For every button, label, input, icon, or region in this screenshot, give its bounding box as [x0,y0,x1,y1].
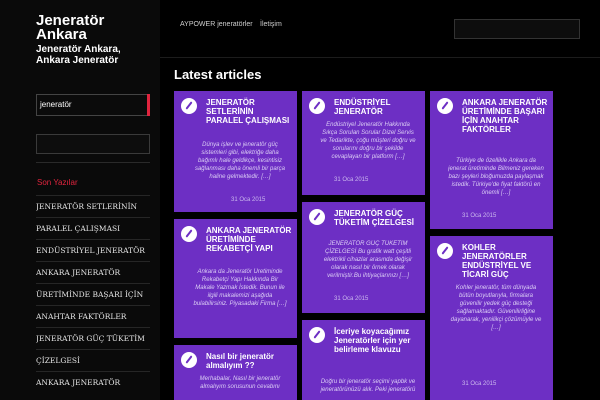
pencil-icon [181,352,197,368]
category-item[interactable]: jeneratör [36,94,150,116]
article-title[interactable]: ENDÜSTRİYEL JENERATÖR [334,98,420,116]
article-card[interactable]: Nasıl bir jeneratör almalıyım ?? Merhaba… [174,345,297,400]
nav-item-aypower[interactable]: AYPOWER jeneratörler [180,21,253,28]
article-card[interactable]: ANKARA JENERATÖR ÜRETİMİNDE BAŞARI İÇİN … [430,91,553,229]
recent-post-item[interactable]: JENERATÖR GÜÇ TÜKETİM [36,327,150,349]
article-excerpt: Merhabalar, Nasıl bir jeneratör almalıyı… [199,376,281,390]
header-search-input[interactable] [455,21,579,40]
article-date: 31 Oca 2015 [334,177,369,183]
pencil-icon [181,226,197,242]
category-active-bar [147,94,150,116]
article-excerpt: Dünya işlev ve jeneratör güç sistemleri … [194,142,286,180]
article-card[interactable]: JENERATÖR GÜÇ TÜKETİM ÇİZELGESİ JENERATÖ… [302,202,425,313]
pencil-icon [309,209,325,225]
sidebar-search-input[interactable] [37,136,149,155]
article-title[interactable]: İceriye koyacağımız Jeneratörler için ye… [334,327,420,354]
article-excerpt: Türkiye de özellikle Ankara da jenerat ü… [448,158,544,196]
recent-post-item[interactable]: ANKARA JENERATÖR [36,371,150,393]
recent-post-item[interactable]: PARALEL ÇALIŞMASI [36,217,150,239]
article-card[interactable]: İceriye koyacağımız Jeneratörler için ye… [302,320,425,400]
header-search[interactable] [454,19,580,40]
header-divider [160,57,600,58]
recent-post-item[interactable]: ANAHTAR FAKTÖRLER [36,305,150,327]
sidebar-divider [36,162,150,163]
article-card[interactable]: ENDÜSTRİYEL JENERATÖR Endüstriyel Jenera… [302,91,425,195]
recent-post-item[interactable]: ENDÜSTRİYEL JENERATÖR [36,239,150,261]
nav-item-iletisim[interactable]: İletişim [260,21,282,28]
article-date: 31 Oca 2015 [462,213,497,219]
recent-posts-heading: Son Yazılar [37,178,78,187]
article-date: 31 Oca 2015 [334,296,369,302]
pencil-icon [437,98,453,114]
pencil-icon [181,98,197,114]
article-card[interactable]: ANKARA JENERATÖR ÜRETİMİNDE REKABETÇİ YA… [174,219,297,338]
article-title[interactable]: JENERATÖR SETLERİNİN PARALEL ÇALIŞMASI [206,98,292,125]
pencil-icon [437,243,453,259]
recent-posts-list: JENERATÖR SETLERİNİN PARALEL ÇALIŞMASI E… [36,195,150,393]
article-card[interactable]: KOHLER JENERATÖRLER ENDÜSTRİYEL VE TİCAR… [430,236,553,400]
article-date: 31 Oca 2015 [231,197,266,203]
page-title: Latest articles [174,67,262,82]
recent-post-item[interactable]: ANKARA JENERATÖR [36,261,150,283]
recent-post-item[interactable]: ÇİZELGESİ [36,349,150,371]
sidebar-search[interactable] [36,134,150,155]
article-excerpt: Doğru bir jeneratör seçimi yapbk ve jene… [320,379,416,393]
article-title[interactable]: ANKARA JENERATÖR ÜRETİMİNDE REKABETÇİ YA… [206,226,292,253]
article-excerpt: Endüstriyel Jeneratör Hakkında Sıkça Sor… [320,122,416,160]
article-title[interactable]: Nasıl bir jeneratör almalıyım ?? [206,352,292,370]
site-description: Jeneratör Ankara, Ankara Jeneratör [36,44,121,66]
recent-post-item[interactable]: ÜRETİMİNDE BAŞARI İÇİN [36,283,150,305]
article-date: 31 Oca 2015 [462,381,497,387]
article-title[interactable]: JENERATÖR GÜÇ TÜKETİM ÇİZELGESİ [334,209,420,227]
sidebar: Jeneratör Ankara Jeneratör Ankara, Ankar… [0,0,160,400]
pencil-icon [309,327,325,343]
article-excerpt: Ankara da Jeneratör Üretiminde Rekabetçi… [193,269,287,307]
category-label: jeneratör [40,100,72,109]
site-title[interactable]: Jeneratör Ankara [36,13,146,42]
pencil-icon [309,98,325,114]
article-title[interactable]: KOHLER JENERATÖRLER ENDÜSTRİYEL VE TİCAR… [462,243,548,279]
article-excerpt: JENERATÖR GÜÇ TÜKETİM ÇİZELGESİ Bu grafi… [323,241,413,279]
article-title[interactable]: ANKARA JENERATÖR ÜRETİMİNDE BAŞARI İÇİN … [462,98,548,134]
recent-post-item[interactable]: JENERATÖR SETLERİNİN [36,195,150,217]
article-excerpt: Kohler jeneratör, tüm dünyada bütün boyu… [450,285,542,331]
article-card[interactable]: JENERATÖR SETLERİNİN PARALEL ÇALIŞMASI D… [174,91,297,212]
